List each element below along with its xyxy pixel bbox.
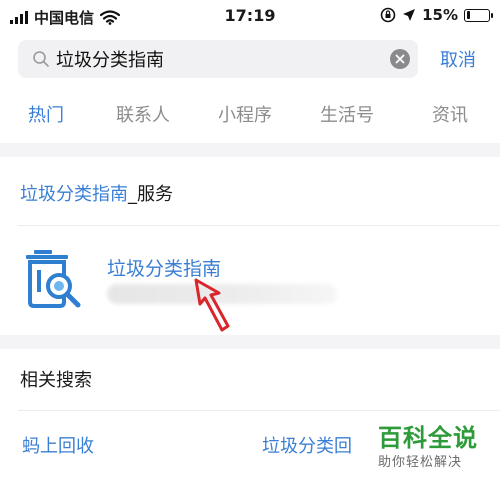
clear-icon[interactable] <box>390 49 410 69</box>
divider <box>18 410 500 411</box>
divider <box>18 225 500 226</box>
tab-news[interactable]: 资讯 <box>432 101 468 127</box>
section-separator <box>0 143 500 157</box>
battery-icon <box>464 8 493 22</box>
signal-icon <box>10 11 28 24</box>
orientation-lock-icon <box>380 7 396 23</box>
trash-search-logo <box>26 250 81 308</box>
cancel-button[interactable]: 取消 <box>440 46 476 72</box>
tab-life-accounts[interactable]: 生活号 <box>320 101 374 127</box>
battery-level <box>466 11 470 19</box>
carrier-name: 中国电信 <box>34 9 95 27</box>
search-icon <box>26 40 56 78</box>
service-title-suffix: _服务 <box>128 184 173 205</box>
status-right: 15% <box>380 6 493 24</box>
tab-mini-programs[interactable]: 小程序 <box>218 101 272 127</box>
status-bar: 中国电信 17:19 15% <box>0 0 500 32</box>
watermark-title: 百科全说 <box>378 424 478 452</box>
category-tabs: 热门 联系人 小程序 生活号 资讯 <box>0 95 500 139</box>
watermark-subtitle: 助你轻松解决 <box>378 455 463 470</box>
watermark-logo: 百科全说 助你轻松解决 <box>378 424 496 480</box>
search-bar[interactable] <box>18 40 418 78</box>
location-icon <box>403 9 416 21</box>
status-left: 中国电信 <box>10 7 121 28</box>
battery-percent: 15% <box>422 6 458 24</box>
section-separator <box>0 335 500 349</box>
search-input[interactable] <box>56 41 376 77</box>
service-title-keyword: 垃圾分类指南 <box>20 184 128 205</box>
related-search-item[interactable]: 垃圾分类回 <box>262 432 352 458</box>
result-title: 垃圾分类指南 <box>107 258 222 280</box>
service-section-title: 垃圾分类指南_服务 <box>20 180 173 206</box>
tab-contacts[interactable]: 联系人 <box>116 101 170 127</box>
related-section-title: 相关搜索 <box>20 370 92 391</box>
tab-hot[interactable]: 热门 <box>28 101 64 127</box>
pointer-arrow-icon <box>194 278 230 332</box>
wifi-icon <box>100 10 121 25</box>
related-search-item[interactable]: 蚂上回收 <box>22 432 94 458</box>
